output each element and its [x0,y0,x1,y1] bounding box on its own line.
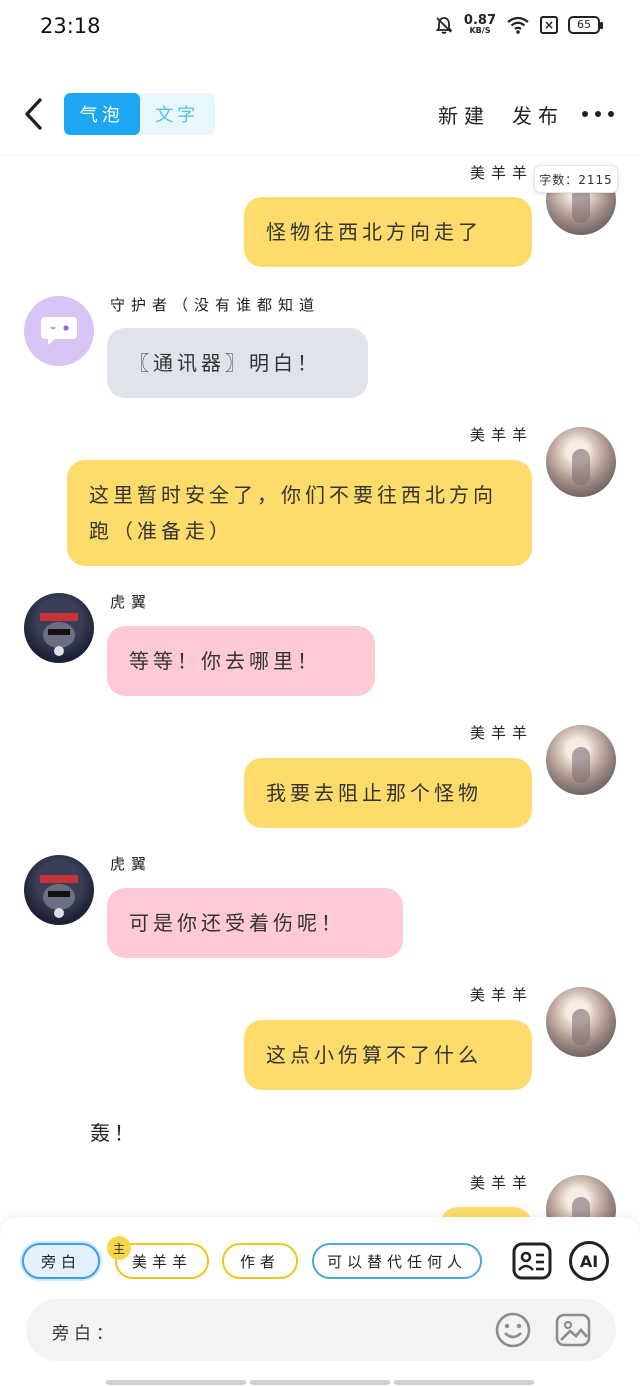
status-bar: 23:18 0.87 KB/S × 65 [0,0,640,56]
sender-name: 虎翼 [110,593,153,611]
avatar[interactable] [24,296,94,366]
input-role-label: 旁白： [52,1324,118,1344]
home-indicator [106,1380,246,1385]
chevron-left-icon[interactable] [18,94,52,134]
message-bubble[interactable]: 这点小伤算不了什么 [244,1020,532,1090]
message-bubble[interactable]: 〖通讯器〗明白！ [107,328,368,398]
mode-toggle: 气泡 文字 [64,93,215,135]
net-speed: 0.87 KB/S [464,14,496,35]
message-bubble[interactable]: 等等！你去哪里！ [107,626,375,696]
avatar[interactable] [24,593,94,663]
sender-name: 美羊羊 [470,1174,534,1192]
narration-text[interactable]: 轰！ [90,1117,138,1146]
sender-name: 美羊羊 [470,164,534,182]
sender-name: 美羊羊 [470,724,534,742]
host-badge: 主 [107,1236,131,1260]
avatar[interactable] [546,427,616,497]
bell-mute-icon [435,16,453,34]
image-icon[interactable] [554,1311,592,1349]
role-chip-narrator[interactable]: 旁白 [22,1243,100,1279]
sender-name: 美羊羊 [470,426,534,444]
battery-icon: 65 [568,15,603,34]
message-bubble[interactable] [440,1207,532,1217]
avatar[interactable] [546,1175,616,1217]
x-box-icon: × [540,15,558,34]
avatar[interactable] [24,855,94,925]
sender-name: 虎翼 [110,855,153,873]
message-bubble[interactable]: 怪物往西北方向走了 [244,197,532,267]
home-indicator [394,1380,534,1385]
net-speed-unit: KB/S [469,26,491,35]
editor-header: 气泡 文字 新建 发布 [0,80,640,156]
message-bubble[interactable]: 可是你还受着伤呢！ [107,888,403,958]
status-icons: 0.87 KB/S × 65 [434,14,603,35]
role-chip-anyone[interactable]: 可以替代任何人 [312,1243,482,1279]
message-bubble[interactable]: 这里暂时安全了，你们不要往西北方向跑（准备走） [67,460,532,566]
ai-label: AI [579,1251,599,1271]
avatar[interactable] [546,725,616,795]
sender-name: 守护者（没有谁都知道 [110,296,321,314]
tiger-face-icon [40,613,78,656]
wifi-icon [507,16,529,34]
emoji-icon[interactable] [494,1311,532,1349]
battery-level: 65 [577,18,591,31]
tiger-face-icon [40,875,78,918]
composer-panel: 旁白 美羊羊 作者 可以替代任何人 AI 旁白： [0,1217,640,1387]
more-dots-icon[interactable] [582,102,614,126]
new-button[interactable]: 新建 [438,100,490,129]
ai-icon[interactable]: AI [569,1241,609,1281]
sender-name: 美羊羊 [470,986,534,1004]
home-indicator [250,1380,390,1385]
publish-button[interactable]: 发布 [512,100,564,129]
chat-bubble-icon [41,317,77,345]
contact-card-icon[interactable] [512,1241,552,1281]
status-time: 23:18 [40,14,101,38]
chat-area[interactable]: 美羊羊 怪物往西北方向走了 字数：2115 守护者（没有谁都知道 〖通讯器〗明白… [0,157,640,1217]
message-input[interactable]: 旁白： [26,1299,616,1361]
message-bubble[interactable]: 我要去阻止那个怪物 [244,758,532,828]
tab-text-mode[interactable]: 文字 [140,93,216,135]
role-chip-author[interactable]: 作者 [222,1243,298,1279]
word-count-badge: 字数：2115 [534,165,618,193]
avatar[interactable] [546,987,616,1057]
tab-bubble-mode[interactable]: 气泡 [64,93,140,135]
